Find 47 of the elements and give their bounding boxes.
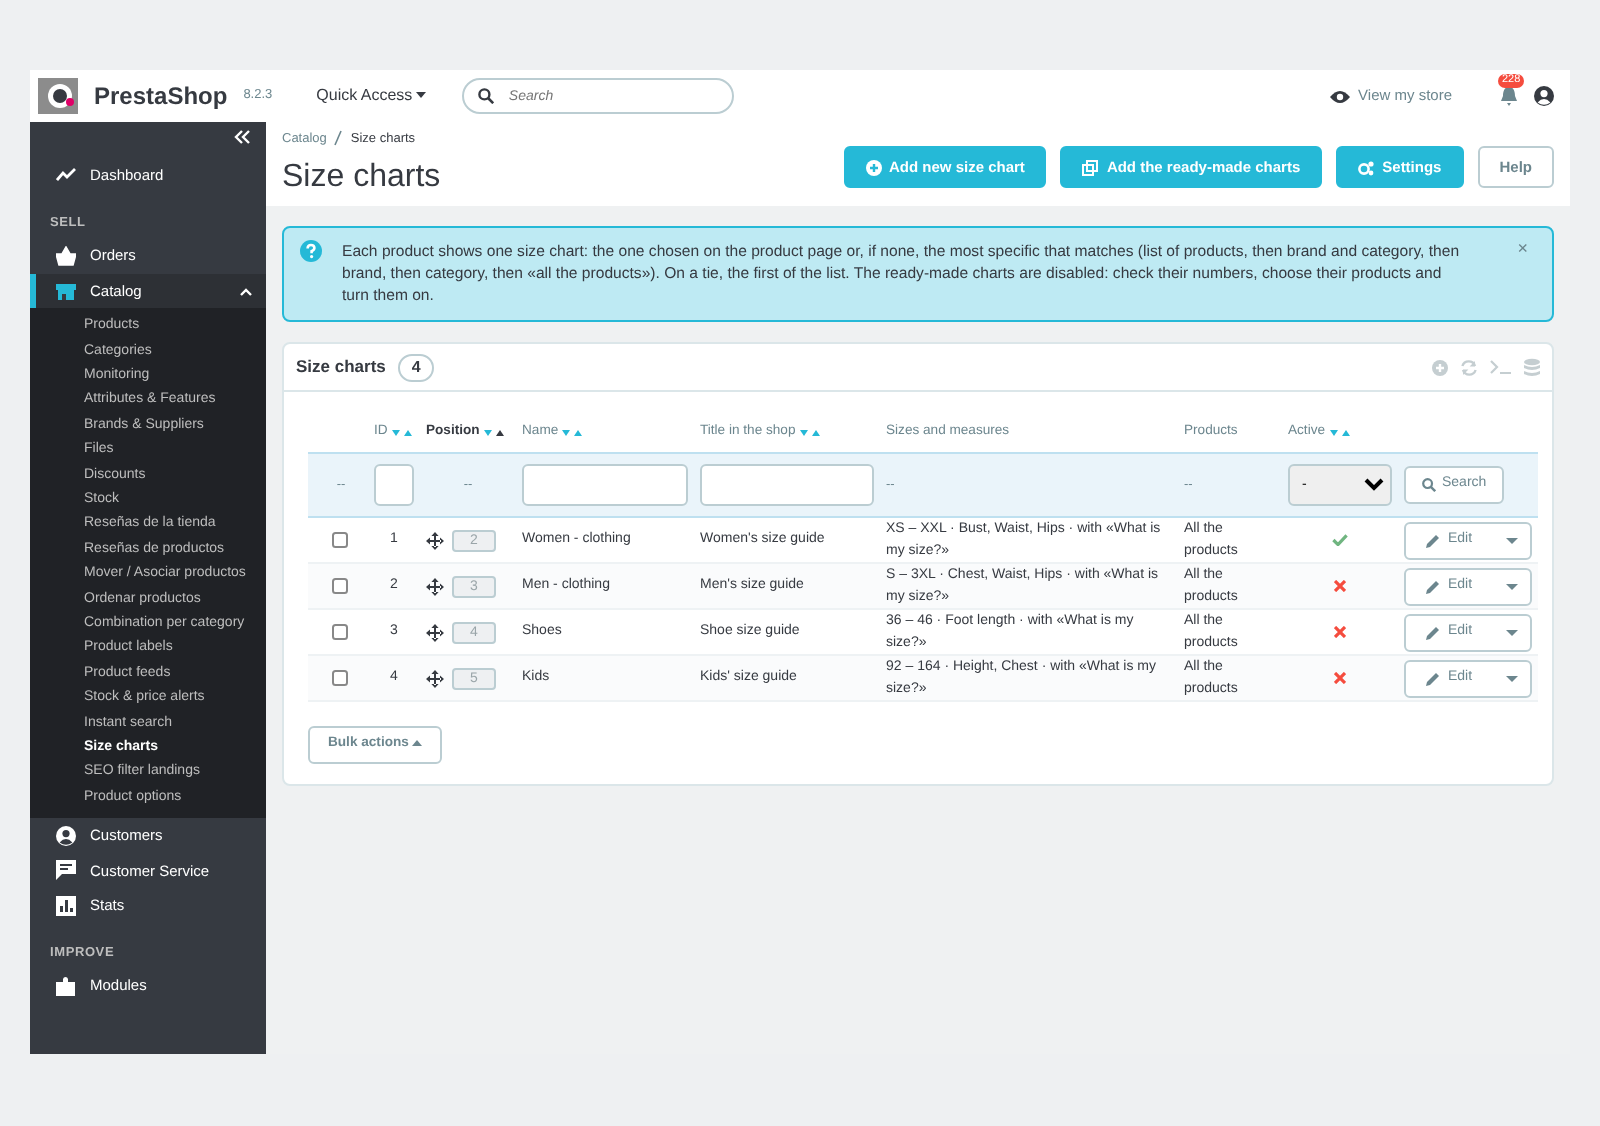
- pencil-icon: [1426, 625, 1440, 639]
- filter-field[interactable]: [522, 464, 688, 506]
- row-checkbox[interactable]: [332, 624, 348, 640]
- store-icon: [56, 281, 76, 301]
- chevron-up-icon: [240, 287, 252, 295]
- pencil-icon: [1426, 533, 1440, 547]
- brand-logo: PrestaShop: [94, 80, 228, 114]
- pencil-icon: [1426, 671, 1440, 685]
- bar-chart-icon: [56, 895, 76, 916]
- caret-icon: [1506, 583, 1518, 589]
- panel-title: Size charts: [296, 354, 386, 380]
- count-badge: 4: [397, 353, 435, 381]
- chat-bubble-icon: [56, 860, 76, 881]
- caret-icon: [1506, 629, 1518, 635]
- puzzle-icon: [56, 976, 76, 997]
- basket-icon: [56, 246, 76, 266]
- caret-icon: [416, 92, 427, 99]
- caret-up-icon: [412, 740, 423, 747]
- move-icon[interactable]: [426, 531, 444, 549]
- bell-icon[interactable]: [1500, 86, 1518, 107]
- eye-icon: [1330, 89, 1351, 103]
- move-icon[interactable]: [426, 669, 444, 687]
- slash-icon: [334, 130, 343, 146]
- logo-icon: [38, 78, 78, 114]
- pencil-icon: [1426, 579, 1440, 593]
- row-checkbox[interactable]: [332, 532, 348, 548]
- gears-icon: [1358, 159, 1375, 175]
- caret-icon: [1506, 537, 1518, 543]
- search-icon: [478, 88, 495, 104]
- filter-field[interactable]: [374, 464, 414, 506]
- trend-line-icon: [56, 165, 76, 186]
- sort-icon[interactable]: [483, 427, 506, 437]
- question-circle-icon: [300, 240, 322, 262]
- person-icon: [56, 825, 76, 846]
- row-checkbox[interactable]: [332, 670, 348, 686]
- collapse-icon[interactable]: [234, 130, 250, 144]
- copy-icon: [1082, 159, 1099, 175]
- user-icon[interactable]: [1534, 86, 1554, 106]
- search-icon: [1422, 478, 1436, 492]
- quick-access-menu[interactable]: Quick Access: [316, 84, 427, 108]
- filter-field[interactable]: [700, 464, 874, 506]
- caret-icon: [1506, 675, 1518, 681]
- move-icon[interactable]: [426, 577, 444, 595]
- move-icon[interactable]: [426, 623, 444, 641]
- plus-circle-icon: [865, 159, 881, 175]
- page-title: Size charts: [282, 157, 441, 196]
- row-checkbox[interactable]: [332, 578, 348, 594]
